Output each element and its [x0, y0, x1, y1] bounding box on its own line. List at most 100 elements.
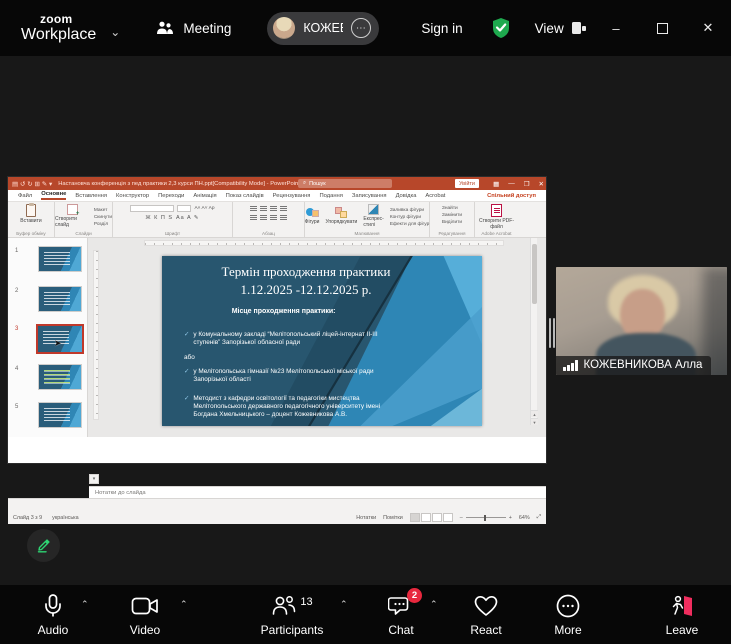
new-slide-button[interactable]: Створити слайд [55, 204, 91, 228]
create-pdf-button[interactable]: Створити PDF-файл [475, 204, 518, 230]
align-right-button[interactable] [270, 215, 277, 220]
layout-button[interactable]: Макет [94, 208, 112, 213]
ppt-tab-insert[interactable]: Вставлення [75, 193, 107, 199]
shape-fill-button[interactable]: Заливка фігури [390, 208, 429, 213]
sign-in-link[interactable]: Sign in [421, 21, 462, 36]
zoom-handle[interactable] [484, 515, 487, 521]
slide-bullet-1: у Комунальному закладі “Мелітопольський … [193, 331, 402, 348]
shapes-button[interactable]: Фігури [305, 207, 320, 225]
font-style-buttons[interactable]: Ж К П S [146, 215, 174, 221]
minimize-button[interactable]: – [593, 0, 639, 56]
shared-screen-powerpoint: ▤ ↺ ↻ ⊞ ✎ ▾ Настановча конференція з пед… [8, 177, 546, 463]
more-button[interactable]: More [543, 592, 593, 637]
participant-video-tile[interactable]: КОЖЕВНИКОВА Алла [556, 267, 727, 375]
zoom-percentage[interactable]: 64% [519, 515, 530, 521]
create-pdf-label: Створити PDF-файл [475, 218, 518, 230]
view-button[interactable]: View [535, 21, 586, 36]
ppt-login-button[interactable]: Увійти [455, 179, 479, 188]
audio-button[interactable]: Audio [28, 592, 78, 637]
align-left-button[interactable] [250, 215, 257, 220]
ppt-close-button[interactable]: ✕ [539, 180, 544, 188]
current-slide[interactable]: Термін проходження практики 1.12.2025 -1… [162, 256, 482, 426]
ppt-ribbon-options-icon[interactable]: ▦ [493, 180, 499, 188]
ppt-tab-recording[interactable]: Записування [352, 193, 387, 199]
find-button[interactable]: Знайти [442, 206, 462, 211]
annotate-button[interactable] [27, 529, 60, 562]
section-button[interactable]: Розділ [94, 222, 112, 227]
notes-collapse-icon[interactable]: ▾ [89, 474, 99, 484]
comments-toggle[interactable]: Помітки [383, 515, 403, 521]
bullets-button[interactable] [250, 206, 257, 211]
meeting-tab-label: Meeting [183, 21, 231, 36]
ppt-restore-button[interactable]: ❐ [524, 180, 530, 188]
ppt-quick-access-toolbar-icons[interactable]: ▤ ↺ ↻ ⊞ ✎ ▾ [12, 180, 52, 188]
canvas-scrollbar[interactable]: ▲ ▼ [530, 238, 537, 425]
security-shield-icon[interactable] [491, 17, 511, 39]
ppt-tab-view[interactable]: Подання [319, 193, 342, 199]
notes-pane[interactable]: Нотатки до слайда [89, 486, 546, 498]
workspace-chevron-down-icon[interactable]: ⌄ [110, 25, 120, 39]
maximize-button[interactable] [639, 0, 685, 56]
ppt-tab-help[interactable]: Довідка [396, 193, 417, 199]
video-panel-drag-handle[interactable] [549, 318, 555, 348]
tab-meeting[interactable]: Meeting [156, 21, 231, 36]
ppt-search-box[interactable]: ⌕ Пошук [298, 179, 392, 188]
slide-editing-canvas[interactable]: Термін проходження практики 1.12.2025 -1… [89, 238, 538, 425]
chat-options-chevron[interactable]: ⌃ [430, 599, 438, 610]
quick-styles-button[interactable]: Експрес-стилі [363, 204, 384, 228]
slide-sorter-view-button[interactable] [421, 513, 431, 522]
font-size-select[interactable] [177, 205, 191, 212]
font-name-select[interactable] [130, 205, 174, 212]
zoom-slider[interactable]: – + [460, 515, 512, 521]
ppt-tab-slideshow[interactable]: Показ слайдів [226, 193, 264, 199]
language-indicator[interactable]: українська [52, 515, 79, 521]
participants-options-chevron[interactable]: ⌃ [340, 599, 348, 610]
slideshow-view-button[interactable] [443, 513, 453, 522]
zoom-track[interactable] [466, 517, 506, 518]
arrange-button[interactable]: Упорядкувати [325, 207, 357, 225]
ppt-tab-review[interactable]: Рецензування [273, 193, 311, 199]
shapes-label: Фігури [305, 219, 320, 225]
previous-slide-button[interactable]: ▲ [531, 410, 538, 417]
active-speaker-pill[interactable]: КОЖЕВН ⋯ [267, 12, 379, 45]
video-button[interactable]: Video [120, 592, 170, 637]
ppt-tab-design[interactable]: Конструктор [116, 193, 149, 199]
normal-view-button[interactable] [410, 513, 420, 522]
select-button[interactable]: Виділити [442, 220, 462, 225]
font-color-buttons[interactable]: Aa A ✎ [176, 215, 199, 221]
scrollbar-thumb[interactable] [532, 244, 537, 304]
close-button[interactable]: ✕ [685, 0, 731, 56]
ppt-minimize-button[interactable]: — [508, 180, 515, 187]
shape-outline-button[interactable]: Контур фігури [390, 215, 429, 220]
replace-button[interactable]: Замінити [442, 213, 462, 218]
react-button[interactable]: React [461, 592, 511, 637]
ppt-tab-transitions[interactable]: Переходи [158, 193, 184, 199]
video-options-chevron[interactable]: ⌃ [180, 599, 188, 610]
shape-effects-button[interactable]: Ефекти для фігур [390, 222, 429, 227]
paste-button[interactable]: Вставити [20, 204, 41, 224]
reset-button[interactable]: Скинути [94, 215, 112, 220]
zoom-out-button[interactable]: – [460, 515, 463, 521]
audio-options-chevron[interactable]: ⌃ [81, 599, 89, 610]
participants-button[interactable]: 13 Participants [252, 592, 332, 637]
ppt-share-button[interactable]: Спільний доступ [487, 193, 536, 199]
ppt-tab-acrobat[interactable]: Acrobat [425, 193, 445, 199]
line-spacing-button[interactable] [280, 206, 287, 211]
reading-view-button[interactable] [432, 513, 442, 522]
next-slide-button[interactable]: ▼ [531, 418, 538, 425]
fit-slide-button[interactable]: ⤢ [537, 514, 541, 521]
ppt-tab-file[interactable]: Файл [18, 193, 32, 199]
font-size-buttons[interactable]: A˄ A˅ Ap [194, 206, 214, 211]
indent-button[interactable] [270, 206, 277, 211]
justify-button[interactable] [280, 215, 287, 220]
numbering-button[interactable] [260, 206, 267, 211]
notes-toggle[interactable]: Нотатки [356, 515, 376, 521]
speaker-more-icon[interactable]: ⋯ [351, 18, 371, 38]
chat-button[interactable]: 2 Chat [376, 592, 426, 637]
ppt-tab-animations[interactable]: Анімація [193, 193, 216, 199]
zoom-in-button[interactable]: + [509, 515, 512, 521]
align-center-button[interactable] [260, 215, 267, 220]
ppt-tab-home[interactable]: Основне [41, 191, 66, 200]
leave-button[interactable]: Leave [657, 592, 707, 637]
camera-icon [131, 596, 159, 616]
